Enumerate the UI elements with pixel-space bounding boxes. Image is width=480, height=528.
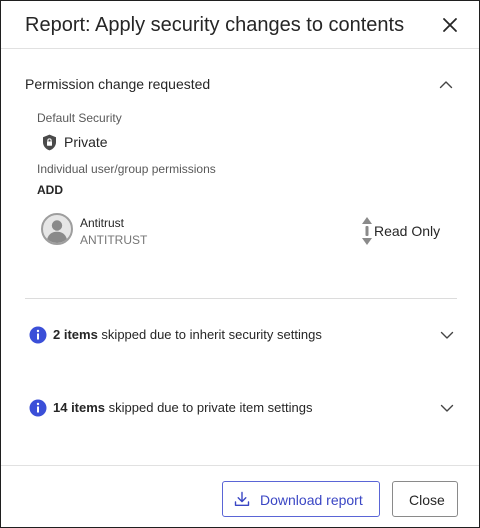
user-name: Antitrust [80,216,125,230]
section-divider [25,298,457,299]
download-icon [234,491,250,506]
skipped-private-count: 14 items [53,400,106,415]
close-button-label: Close [409,492,445,508]
user-avatar-icon [41,213,73,245]
shield-lock-icon [43,134,56,151]
chevron-down-icon[interactable] [439,400,455,416]
skipped-inherit-text: 2 items skipped due to inherit security … [53,327,322,342]
skipped-private-row[interactable]: 14 items skipped due to private item set… [29,398,457,418]
skipped-private-text: 14 items skipped due to private item set… [53,400,312,415]
default-security-text: Private [64,134,108,150]
security-report-dialog: Report: Apply security changes to conten… [0,0,480,528]
user-subtitle: ANTITRUST [80,233,148,247]
skipped-inherit-row[interactable]: 2 items skipped due to inherit security … [29,325,457,345]
info-icon [29,326,47,344]
default-security-label: Default Security [37,111,122,125]
skipped-inherit-count: 2 items [53,327,98,342]
skipped-inherit-description: skipped due to inherit security settings [97,327,322,342]
permission-section-title: Permission change requested [25,76,211,92]
chevron-down-icon[interactable] [439,327,455,343]
individual-permissions-label: Individual user/group permissions [37,162,216,176]
skipped-private-description: skipped due to private item settings [105,400,313,415]
download-report-label: Download report [260,492,363,508]
permission-value[interactable]: Read Only [374,223,440,239]
chevron-up-icon[interactable] [438,77,454,93]
dialog-header: Report: Apply security changes to conten… [1,1,479,49]
dialog-title: Report: Apply security changes to conten… [25,14,405,36]
user-permission-row: Antitrust ANTITRUST Read Only [41,213,441,249]
dialog-footer: Download report Close [1,465,479,527]
close-icon[interactable] [438,13,462,37]
info-icon [29,399,47,417]
action-label: ADD [37,183,63,197]
permission-stepper-icon[interactable] [361,215,373,247]
download-report-button[interactable]: Download report [222,481,380,517]
permission-section-header[interactable]: Permission change requested [25,76,457,94]
close-button[interactable]: Close [392,481,458,517]
